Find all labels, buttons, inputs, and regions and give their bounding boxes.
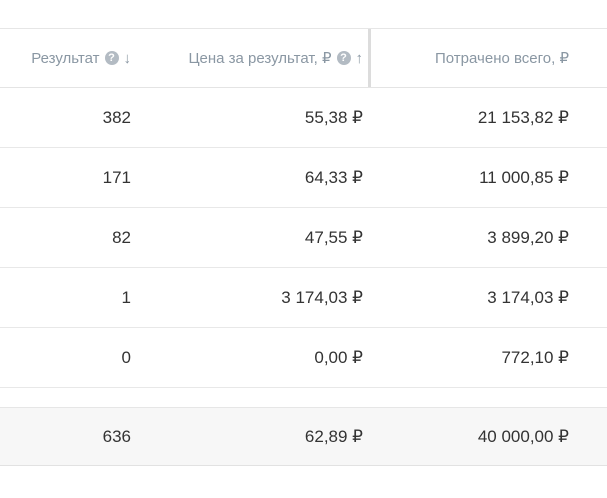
table-spacer xyxy=(0,388,607,408)
cell-price-per-result: 55,38 ₽ xyxy=(304,107,363,127)
column-header-price-label: Цена за результат, ₽ xyxy=(188,50,332,67)
help-icon[interactable]: ? xyxy=(104,51,119,65)
total-price-per-result: 62,89 ₽ xyxy=(304,426,363,446)
total-result: 636 xyxy=(102,426,131,446)
help-icon[interactable]: ? xyxy=(336,51,351,65)
table-row: 0 0,00 ₽ 772,10 ₽ xyxy=(0,328,607,388)
cell-result: 1 xyxy=(121,287,131,307)
cell-price-per-result: 3 174,03 ₽ xyxy=(281,287,363,307)
table-total-row: 636 62,89 ₽ 40 000,00 ₽ xyxy=(0,408,607,466)
cell-spent-total: 772,10 ₽ xyxy=(501,347,569,367)
cell-spent-total: 3 174,03 ₽ xyxy=(487,287,569,307)
cell-result: 171 xyxy=(102,167,131,187)
table-row: 382 55,38 ₽ 21 153,82 ₽ xyxy=(0,88,607,148)
column-header-spent-total[interactable]: Потрачено всего, ₽ xyxy=(363,29,569,87)
sort-asc-icon[interactable]: ↑ xyxy=(356,50,364,67)
column-header-price-per-result[interactable]: Цена за результат, ₽ ? ↑ xyxy=(131,29,363,87)
cell-result: 0 xyxy=(121,347,131,367)
cell-spent-total: 11 000,85 ₽ xyxy=(479,167,569,187)
cell-spent-total: 21 153,82 ₽ xyxy=(477,107,569,127)
column-header-result[interactable]: Результат ? ↓ xyxy=(0,29,131,87)
cell-price-per-result: 47,55 ₽ xyxy=(304,227,363,247)
cell-result: 82 xyxy=(112,227,131,247)
table-row: 1 3 174,03 ₽ 3 174,03 ₽ xyxy=(0,268,607,328)
sort-desc-icon[interactable]: ↓ xyxy=(124,50,132,67)
cell-spent-total: 3 899,20 ₽ xyxy=(487,227,569,247)
column-header-result-label: Результат xyxy=(31,49,100,67)
table-header: Результат ? ↓ Цена за результат, ₽ ? ↑ П… xyxy=(0,28,607,88)
column-header-spent-label: Потрачено всего, ₽ xyxy=(435,50,569,67)
stats-table-view: Результат ? ↓ Цена за результат, ₽ ? ↑ П… xyxy=(0,0,607,498)
cell-price-per-result: 0,00 ₽ xyxy=(314,347,363,367)
cell-result: 382 xyxy=(102,107,131,127)
cell-price-per-result: 64,33 ₽ xyxy=(304,167,363,187)
table-row: 82 47,55 ₽ 3 899,20 ₽ xyxy=(0,208,607,268)
stats-table: Результат ? ↓ Цена за результат, ₽ ? ↑ П… xyxy=(0,28,607,466)
table-row: 171 64,33 ₽ 11 000,85 ₽ xyxy=(0,148,607,208)
total-spent: 40 000,00 ₽ xyxy=(477,426,569,446)
